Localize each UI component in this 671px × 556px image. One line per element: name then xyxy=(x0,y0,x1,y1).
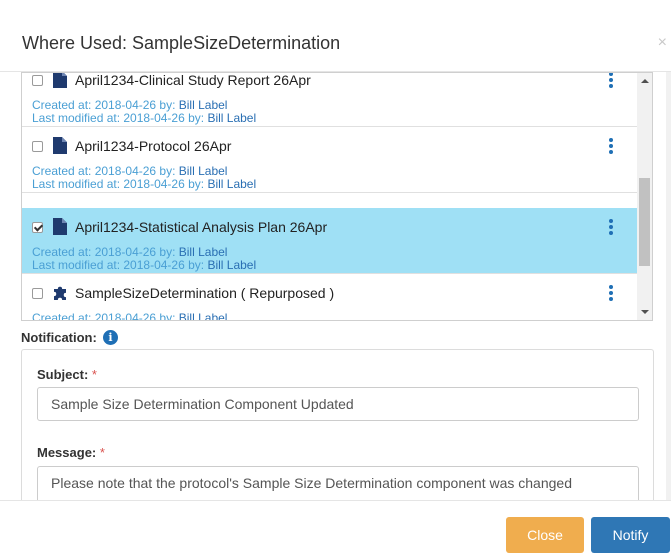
subject-label: Subject: * xyxy=(37,367,97,382)
list-item-clinical-study-report[interactable]: April1234-Clinical Study Report 26Apr Cr… xyxy=(22,73,637,127)
created-by-link[interactable]: Bill Label xyxy=(179,311,228,320)
dialog-header: Where Used: SampleSizeDetermination × xyxy=(0,0,671,72)
document-title[interactable]: April1234-Statistical Analysis Plan 26Ap… xyxy=(75,219,327,235)
modified-by-link[interactable]: Bill Label xyxy=(207,177,256,191)
scroll-down-arrow-icon[interactable] xyxy=(637,303,652,320)
created-label: Created at: 2018-04-26 by: xyxy=(32,164,179,178)
component-title[interactable]: SampleSizeDetermination ( Repurposed ) xyxy=(75,285,334,301)
more-options-icon[interactable] xyxy=(606,73,616,89)
document-icon xyxy=(53,73,67,88)
created-label: Created at: 2018-04-26 by: xyxy=(32,98,179,112)
where-used-dialog: Where Used: SampleSizeDetermination × Ap… xyxy=(0,0,671,556)
subject-input[interactable] xyxy=(37,387,639,421)
message-label: Message: * xyxy=(37,445,105,460)
info-icon[interactable]: i xyxy=(103,330,118,345)
document-title[interactable]: April1234-Protocol 26Apr xyxy=(75,138,231,154)
modified-info: Last modified at: 2018-04-26 by: Bill La… xyxy=(32,177,256,191)
row-checkbox[interactable] xyxy=(32,288,43,299)
close-icon[interactable]: × xyxy=(658,34,667,52)
notification-label: Notification: xyxy=(21,330,97,345)
created-label: Created at: 2018-04-26 by: xyxy=(32,245,179,259)
more-options-icon[interactable] xyxy=(606,218,616,236)
created-info: Created at: 2018-04-26 by: Bill Label xyxy=(32,164,227,178)
modified-label: Last modified at: 2018-04-26 by: xyxy=(32,177,208,191)
created-info: Created at: 2018-04-26 by: Bill Label xyxy=(32,311,228,321)
modified-by-link[interactable]: Bill Label xyxy=(207,111,256,125)
modified-info: Last modified at: 2018-04-26 by: Bill La… xyxy=(32,111,256,125)
required-marker: * xyxy=(91,367,97,382)
modified-label: Last modified at: 2018-04-26 by: xyxy=(32,111,208,125)
list-scrollbar[interactable] xyxy=(637,73,652,320)
row-checkbox[interactable] xyxy=(32,75,43,86)
close-button[interactable]: Close xyxy=(506,517,584,553)
document-icon xyxy=(53,218,67,235)
row-checkbox[interactable] xyxy=(32,141,43,152)
list-item-statistical-analysis-plan[interactable]: April1234-Statistical Analysis Plan 26Ap… xyxy=(22,208,637,274)
dialog-body-scrollbar[interactable] xyxy=(666,72,671,500)
document-title[interactable]: April1234-Clinical Study Report 26Apr xyxy=(75,73,311,88)
subject-label-text: Subject: xyxy=(37,367,89,382)
notification-panel: Subject: * Message: * Please note that t… xyxy=(21,349,654,509)
scrollbar-thumb[interactable] xyxy=(639,178,650,266)
created-info: Created at: 2018-04-26 by: Bill Label xyxy=(32,245,227,259)
dialog-title: Where Used: SampleSizeDetermination xyxy=(22,33,341,53)
modified-label: Last modified at: 2018-04-26 by: xyxy=(32,258,208,272)
required-marker: * xyxy=(99,445,105,460)
more-options-icon[interactable] xyxy=(606,137,616,155)
row-checkbox-checked[interactable] xyxy=(32,222,43,233)
created-label: Created at: 2018-04-26 by: xyxy=(32,311,179,321)
notify-button[interactable]: Notify xyxy=(591,517,670,553)
message-label-text: Message: xyxy=(37,445,97,460)
dialog-footer: Close Notify xyxy=(0,500,671,556)
modified-by-link[interactable]: Bill Label xyxy=(207,258,256,272)
list-item-sample-size-determination[interactable]: SampleSizeDetermination ( Repurposed ) C… xyxy=(22,274,637,321)
scroll-up-arrow-icon[interactable] xyxy=(637,73,652,90)
created-info: Created at: 2018-04-26 by: Bill Label xyxy=(32,98,227,112)
puzzle-piece-icon xyxy=(54,286,66,300)
where-used-list: April1234-Clinical Study Report 26Apr Cr… xyxy=(21,72,653,321)
created-by-link[interactable]: Bill Label xyxy=(179,245,228,259)
list-item-protocol[interactable]: April1234-Protocol 26Apr Created at: 201… xyxy=(22,127,637,193)
more-options-icon[interactable] xyxy=(606,284,616,302)
created-by-link[interactable]: Bill Label xyxy=(179,164,228,178)
document-icon xyxy=(53,137,67,154)
created-by-link[interactable]: Bill Label xyxy=(179,98,228,112)
modified-info: Last modified at: 2018-04-26 by: Bill La… xyxy=(32,258,256,272)
